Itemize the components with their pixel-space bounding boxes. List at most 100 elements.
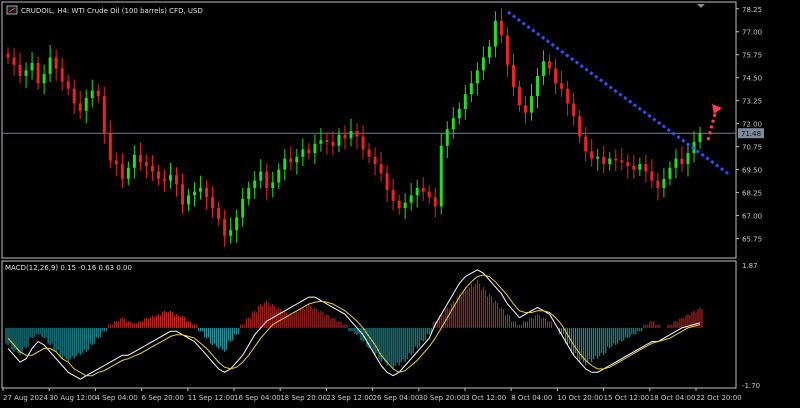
candle-body [265, 171, 269, 188]
candle-body [193, 191, 197, 196]
candle-body [487, 46, 491, 58]
candle-body [156, 171, 160, 179]
candle-body [235, 217, 239, 231]
candle-body [337, 134, 341, 146]
candle-body [174, 175, 178, 185]
candle-body [638, 164, 642, 170]
candle-body [590, 151, 594, 159]
candle-body [199, 187, 203, 192]
candle-body [686, 153, 690, 165]
candle-body [319, 140, 323, 144]
candle-body [656, 180, 660, 188]
candle-body [96, 90, 100, 97]
price-scale-label: 67.00 [742, 213, 762, 221]
price-scale-label: 78.25 [742, 6, 762, 14]
candle-body [668, 167, 672, 179]
candle-body [205, 187, 209, 198]
candle-body [150, 165, 154, 172]
current-price-label: 71.48 [741, 130, 761, 138]
candle-body [469, 83, 473, 95]
candle-body [78, 103, 82, 111]
chart-canvas[interactable]: CRUDOIL, H4: WTI Crude Oil (100 barrels)… [0, 0, 800, 408]
time-axis-label: 18 Sep 20:00 [280, 394, 327, 402]
time-axis-label: 10 Oct 20:00 [557, 394, 603, 402]
candle-body [584, 136, 588, 152]
candle-body [211, 197, 215, 209]
time-axis-label: 23 Sep 12:00 [326, 394, 373, 402]
candle-body [283, 158, 287, 170]
candle-body [54, 57, 58, 69]
price-scale: 78.25 77.00 75.75 74.50 73.25 72.00 70.75 69.50… [736, 6, 762, 244]
candle-body [367, 149, 371, 157]
candle-body [662, 178, 666, 188]
time-axis-label: 6 Sep 20:00 [142, 394, 184, 402]
candle-body [30, 62, 34, 71]
candle-body [530, 96, 534, 113]
candle-body [620, 160, 624, 163]
candle-body [181, 184, 185, 205]
candle-body [379, 164, 383, 174]
time-axis-label: 30 Aug 12:00 [49, 394, 96, 402]
candle-body [493, 20, 497, 47]
candle-body [349, 131, 353, 139]
candle-body [397, 200, 401, 209]
candle-body [578, 116, 582, 137]
time-axis-label: 30 Sep 20:00 [419, 394, 466, 402]
candle-body [602, 156, 606, 165]
candle-body [72, 88, 76, 104]
candle-body [572, 103, 576, 117]
candle-body [451, 118, 455, 130]
candle-body [144, 162, 148, 166]
candle-body [650, 171, 654, 181]
candle-body [48, 57, 52, 75]
breakout-arrow-icon [706, 104, 722, 141]
macd-main-line [7, 269, 701, 380]
candle-body [187, 195, 191, 205]
candle-body [542, 61, 546, 76]
candle-body [626, 162, 630, 166]
candle-body [120, 164, 124, 179]
candle-body [614, 158, 618, 161]
candle-body [427, 191, 431, 198]
candle-body [415, 187, 419, 196]
candle-body [523, 105, 527, 113]
candle-body [277, 169, 281, 183]
downtrend-line[interactable] [507, 10, 731, 177]
candle-body [674, 158, 678, 168]
candle-body [301, 149, 305, 157]
chart-title: CRUDOIL, H4: WTI Crude Oil (100 barrels)… [21, 7, 203, 15]
macd-scale-top: 1.87 [742, 262, 758, 270]
price-scale-label: 77.00 [742, 29, 762, 37]
price-scale-label: 74.50 [742, 75, 762, 83]
candle-body [229, 230, 233, 236]
candle-body [608, 158, 612, 165]
candle-body [325, 140, 329, 143]
time-axis: 27 Aug 2024 30 Aug 12:004 Sep 04:00 6 Sep … [2, 388, 742, 402]
candle-body [6, 53, 10, 58]
candle-body [343, 134, 347, 139]
scroll-indicator-icon[interactable] [697, 4, 705, 8]
candle-body [138, 154, 142, 163]
candle-body [596, 156, 600, 159]
candle-body [698, 133, 702, 143]
candle-body [463, 94, 467, 109]
candle-body [644, 164, 648, 172]
candle-body [373, 156, 377, 165]
candle-body [409, 195, 413, 203]
candle-body [445, 129, 449, 146]
price-scale-label: 75.75 [742, 52, 762, 60]
candle-body [403, 202, 407, 209]
candle-body [102, 96, 106, 133]
candle-body [253, 180, 257, 188]
candle-body [162, 178, 166, 181]
candle-body [60, 68, 64, 82]
candle-body [217, 208, 221, 220]
candle-body [313, 143, 317, 154]
candle-body [18, 64, 22, 76]
candle-body [331, 142, 335, 146]
price-scale-label: 72.00 [742, 121, 762, 129]
candle-body [168, 175, 172, 181]
price-scale-label: 68.25 [742, 190, 762, 198]
time-axis-label: 16 Sep 04:00 [234, 394, 281, 402]
candle-body [84, 97, 88, 111]
